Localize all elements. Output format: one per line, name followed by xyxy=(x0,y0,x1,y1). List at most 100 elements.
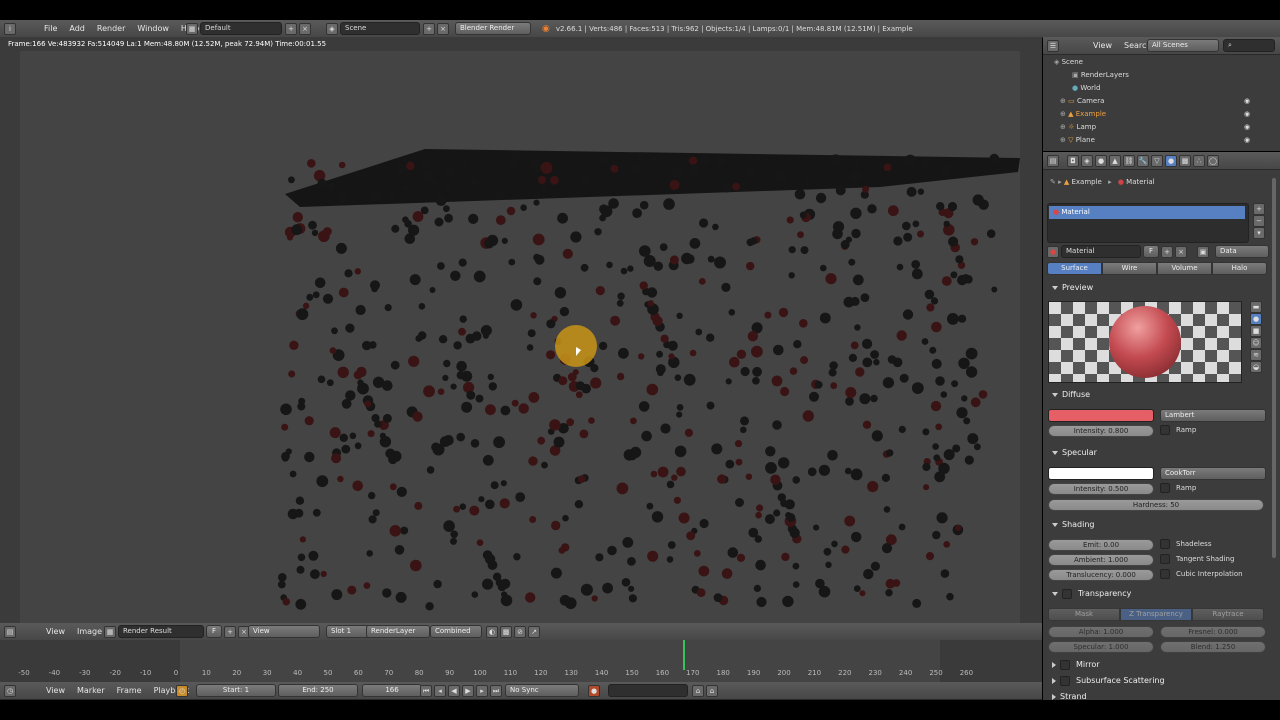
transparency-mask-tab[interactable]: Mask xyxy=(1048,608,1120,621)
mirror-panel-header[interactable]: Mirror xyxy=(1046,658,1100,672)
blend-slider[interactable]: Blend: 1.250 xyxy=(1160,641,1266,653)
preview-range-icon[interactable]: ◴ xyxy=(176,684,188,697)
display-mode-dropdown[interactable]: All Scenes xyxy=(1147,39,1219,52)
jump-start-icon[interactable]: ⏮ xyxy=(420,684,432,697)
keying-set-field[interactable] xyxy=(608,684,688,697)
specular-shader-dropdown[interactable]: CookTorr xyxy=(1160,467,1266,480)
render-viewport[interactable]: Frame:166 Ve:483932 Fa:514049 La:1 Mem:4… xyxy=(0,37,1042,623)
image-editor-type-icon[interactable]: ▤ xyxy=(4,625,16,638)
sss-panel-header[interactable]: Subsurface Scattering xyxy=(1046,674,1165,688)
object-tab-icon[interactable]: ▲ xyxy=(1109,154,1121,167)
eye-icon[interactable]: ◉ xyxy=(1244,95,1250,108)
material-fake-user-button[interactable]: F xyxy=(1143,245,1159,258)
image-browse-icon[interactable]: ▦ xyxy=(104,625,116,638)
transparency-raytrace-tab[interactable]: Raytrace xyxy=(1192,608,1264,621)
material-slot-list[interactable]: ● Material xyxy=(1047,203,1249,243)
screen-layout-field[interactable]: Default xyxy=(200,22,282,35)
scene-icon[interactable]: ◈ xyxy=(326,22,338,35)
start-frame-field[interactable]: Start: 1 xyxy=(196,684,276,697)
tab-surface[interactable]: Surface xyxy=(1047,262,1102,275)
curves-icon[interactable]: ↗ xyxy=(528,625,540,638)
alpha-slider[interactable]: Alpha: 1.000 xyxy=(1048,626,1154,638)
render-layer-dropdown[interactable]: RenderLayer xyxy=(366,625,430,638)
sync-dropdown[interactable]: No Sync xyxy=(505,684,579,697)
current-frame-line[interactable] xyxy=(683,640,685,670)
properties-editor-type-icon[interactable]: ▤ xyxy=(1047,154,1059,167)
diffuse-ramp-checkbox[interactable] xyxy=(1160,425,1170,435)
add-layout-icon[interactable]: + xyxy=(285,22,297,35)
view-mode-dropdown[interactable]: View xyxy=(248,625,320,638)
menu-file[interactable]: File xyxy=(44,24,57,33)
preview-flat-icon[interactable]: ▬ xyxy=(1250,301,1262,313)
constraints-tab-icon[interactable]: ⛓ xyxy=(1123,154,1135,167)
editor-type-icon[interactable]: i xyxy=(4,22,16,35)
world-tab-icon[interactable]: ● xyxy=(1095,154,1107,167)
timeline-menu-frame[interactable]: Frame xyxy=(117,686,142,695)
material-slot-item[interactable]: ● Material xyxy=(1049,206,1245,219)
add-scene-icon[interactable]: + xyxy=(423,22,435,35)
specular-color-swatch[interactable] xyxy=(1048,467,1154,480)
auto-key-icon[interactable]: ● xyxy=(588,684,600,697)
pin-icon[interactable]: ✎ ▸ xyxy=(1050,178,1064,186)
draw-channels-icon[interactable]: ◐ xyxy=(486,625,498,638)
preview-panel-header[interactable]: Preview xyxy=(1046,281,1093,295)
diffuse-color-swatch[interactable] xyxy=(1048,409,1154,422)
menu-render[interactable]: Render xyxy=(97,24,125,33)
end-frame-field[interactable]: End: 250 xyxy=(278,684,358,697)
preview-hair-icon[interactable]: ≋ xyxy=(1250,349,1262,361)
preview-cube-icon[interactable]: ■ xyxy=(1250,325,1262,337)
slot-dropdown[interactable]: Slot 1 xyxy=(326,625,370,638)
fake-user-button[interactable]: F xyxy=(206,625,222,638)
texture-tab-icon[interactable]: ▩ xyxy=(1179,154,1191,167)
new-material-icon[interactable]: + xyxy=(1161,245,1173,258)
remove-slot-icon[interactable]: − xyxy=(1253,215,1265,227)
node-material-icon[interactable]: ▣ xyxy=(1197,245,1209,258)
physics-tab-icon[interactable]: ◯ xyxy=(1207,154,1219,167)
outliner-item-plane[interactable]: ⊕ ▽ Plane ◉ xyxy=(1060,134,1280,147)
outliner-search-input[interactable]: ⌕ xyxy=(1223,39,1275,52)
diffuse-intensity-slider[interactable]: Intensity: 0.800 xyxy=(1048,425,1154,437)
shadeless-checkbox[interactable] xyxy=(1160,539,1170,549)
outliner-item-lamp[interactable]: ⊕ ☼ Lamp ◉ xyxy=(1060,121,1280,134)
fresnel-slider[interactable]: Fresnel: 0.000 xyxy=(1160,626,1266,638)
data-tab-icon[interactable]: ▽ xyxy=(1151,154,1163,167)
emit-slider[interactable]: Emit: 0.00 xyxy=(1048,539,1154,551)
scene-field[interactable]: Scene xyxy=(340,22,420,35)
menu-add[interactable]: Add xyxy=(69,24,85,33)
delete-key-icon[interactable]: ⌂ xyxy=(706,684,718,697)
shading-panel-header[interactable]: Shading xyxy=(1046,518,1095,532)
remove-layout-icon[interactable]: × xyxy=(299,22,311,35)
ambient-slider[interactable]: Ambient: 1.000 xyxy=(1048,554,1154,566)
slot-specials-icon[interactable]: ▾ xyxy=(1253,227,1265,239)
tab-halo[interactable]: Halo xyxy=(1212,262,1267,275)
play-reverse-icon[interactable]: ◀ xyxy=(448,684,460,697)
screen-layout-icon[interactable]: ▦ xyxy=(186,22,198,35)
sample-icon[interactable]: ⊘ xyxy=(514,625,526,638)
render-engine-dropdown[interactable]: Blender Render xyxy=(455,22,531,35)
cubic-interpolation-checkbox[interactable] xyxy=(1160,569,1170,579)
unlink-material-icon[interactable]: × xyxy=(1175,245,1187,258)
translucency-slider[interactable]: Translucency: 0.000 xyxy=(1048,569,1154,581)
tab-volume[interactable]: Volume xyxy=(1157,262,1212,275)
insert-key-icon[interactable]: ⌂ xyxy=(692,684,704,697)
outliner-item-scene[interactable]: ◈ Scene xyxy=(1054,56,1274,69)
diffuse-panel-header[interactable]: Diffuse xyxy=(1046,388,1090,402)
mirror-checkbox[interactable] xyxy=(1060,659,1070,670)
diffuse-shader-dropdown[interactable]: Lambert xyxy=(1160,409,1266,422)
particles-tab-icon[interactable]: ∴ xyxy=(1193,154,1205,167)
outliner-item-camera[interactable]: ⊕ ▭ Camera ◉ xyxy=(1060,95,1280,108)
remove-scene-icon[interactable]: × xyxy=(437,22,449,35)
current-frame-field[interactable]: 166 xyxy=(362,684,422,697)
alpha-icon[interactable]: ▩ xyxy=(500,625,512,638)
transparency-checkbox[interactable] xyxy=(1062,588,1072,599)
strand-panel-header[interactable]: Strand xyxy=(1046,690,1087,700)
material-tab-icon[interactable]: ● xyxy=(1165,154,1177,167)
menu-window[interactable]: Window xyxy=(137,24,169,33)
properties-scrollbar[interactable] xyxy=(1272,178,1276,558)
outliner-editor-type-icon[interactable]: ☰ xyxy=(1047,39,1059,52)
timeline-menu-marker[interactable]: Marker xyxy=(77,686,105,695)
material-name-field[interactable]: Material xyxy=(1061,245,1141,258)
play-icon[interactable]: ▶ xyxy=(462,684,474,697)
eye-icon[interactable]: ◉ xyxy=(1244,108,1250,121)
tangent-shading-checkbox[interactable] xyxy=(1160,554,1170,564)
